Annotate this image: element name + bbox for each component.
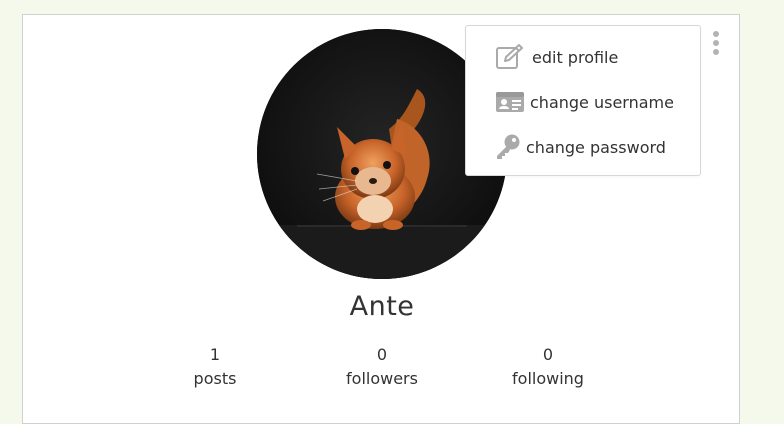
key-icon xyxy=(494,133,522,161)
stat-followers[interactable]: 0 followers xyxy=(322,343,442,391)
stat-following[interactable]: 0 following xyxy=(488,343,608,391)
stat-followers-label: followers xyxy=(346,369,418,388)
profile-username: Ante xyxy=(349,291,415,322)
edit-icon xyxy=(494,43,526,71)
menu-item-change-username[interactable]: change username xyxy=(494,85,674,119)
more-options-button[interactable] xyxy=(709,31,723,57)
profile-card: Ante 1 posts 0 followers 0 following edi… xyxy=(22,14,740,424)
menu-item-label: change password xyxy=(526,137,666,157)
stat-posts[interactable]: 1 posts xyxy=(155,343,275,391)
id-card-icon xyxy=(494,88,526,116)
stat-following-count: 0 xyxy=(542,345,554,364)
menu-item-edit-profile[interactable]: edit profile xyxy=(494,40,618,74)
more-vertical-icon xyxy=(709,31,723,55)
menu-item-label: change username xyxy=(530,92,674,112)
stat-followers-count: 0 xyxy=(376,345,388,364)
profile-options-menu: edit profile change username change pass… xyxy=(465,25,701,176)
menu-item-label: edit profile xyxy=(532,47,619,67)
menu-item-change-password[interactable]: change password xyxy=(494,130,666,164)
stat-following-label: following xyxy=(512,369,584,388)
stat-posts-label: posts xyxy=(193,369,237,388)
stat-posts-count: 1 xyxy=(209,345,221,364)
